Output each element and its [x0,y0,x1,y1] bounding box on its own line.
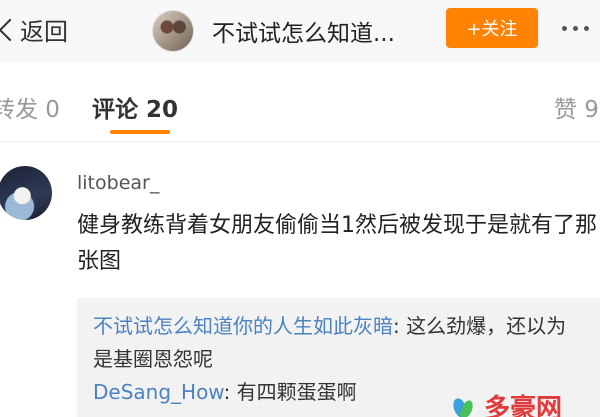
more-dots-icon [573,25,578,31]
watermark-text: 多豪网 [484,394,563,417]
commenter-avatar[interactable] [0,166,52,220]
top-nav-bar: 返回 不试试怎么知道... +关注 [0,0,600,62]
tab-bar: 转发 0 评论 20 赞 9 [0,62,600,142]
reply-author[interactable]: DeSang_How [93,380,224,404]
tab-like[interactable]: 赞 9 [554,90,599,124]
more-button[interactable] [562,8,600,48]
back-button[interactable]: 返回 [0,12,68,46]
commenter-name[interactable]: litobear_ [77,172,159,194]
comment-text: 健身教练背着女朋友偷偷当1然后被发现于是就有了那张图 [77,213,597,274]
watermark: 多豪网 [448,388,562,417]
reply-author[interactable]: 不试试怎么知道你的人生如此灰暗 [93,314,393,338]
reply-text: : 有四颗蛋蛋啊 [223,380,357,404]
list-item[interactable]: 不试试怎么知道你的人生如此灰暗: 这么劲爆，还以为是基圈恩怨呢 [93,310,584,376]
follow-button[interactable]: +关注 [446,8,538,48]
page-title[interactable]: 不试试怎么知道... [212,14,395,48]
tab-comment[interactable]: 评论 20 [92,90,178,124]
leaf-logo-icon [448,392,478,417]
more-dots-icon [584,25,589,31]
tab-repost[interactable]: 转发 0 [0,90,60,124]
chevron-left-icon [0,12,18,46]
avatar[interactable] [152,10,194,52]
more-dots-icon [562,25,567,31]
back-label: 返回 [20,17,68,46]
active-tab-indicator [110,130,170,134]
